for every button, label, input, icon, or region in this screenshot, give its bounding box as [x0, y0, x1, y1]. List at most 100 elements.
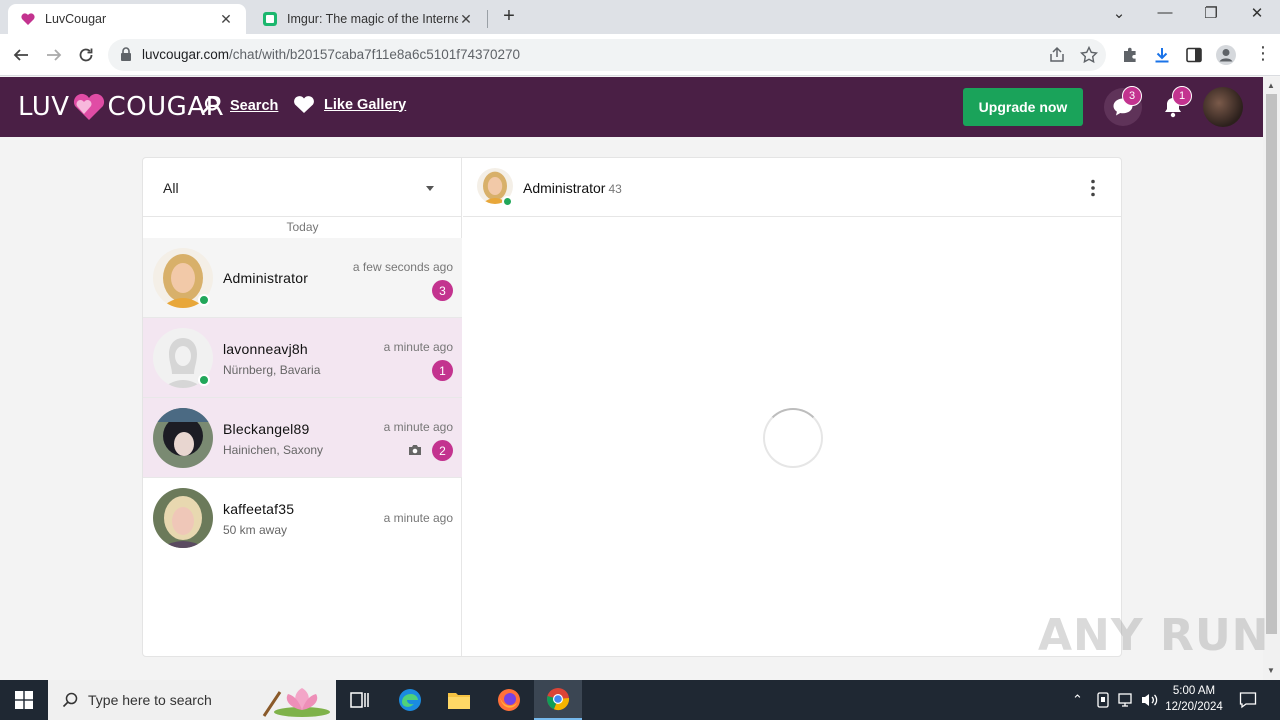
scroll-down-icon[interactable]: ▼ [1267, 666, 1275, 675]
unread-count-badge: 2 [432, 440, 453, 461]
chevron-down-icon [426, 186, 434, 191]
chat-panel: All Today Administrator a few seconds ag… [142, 157, 1122, 657]
nav-search-link[interactable]: Search [200, 95, 278, 116]
conversation-name: Bleckangel89 [223, 421, 310, 437]
conversation-list: All Today Administrator a few seconds ag… [143, 158, 462, 656]
windows-logo-icon [15, 691, 33, 709]
close-tab-icon[interactable]: ✕ [218, 11, 234, 28]
download-icon[interactable] [1153, 46, 1171, 64]
clock-date: 12/20/2024 [1165, 701, 1223, 713]
taskbar-clock[interactable]: 5:00 AM 12/20/2024 [1160, 683, 1228, 715]
volume-icon[interactable] [1141, 692, 1159, 708]
tab-luvcougar[interactable]: LuvCougar ✕ [8, 4, 246, 34]
messages-button[interactable]: 3 [1104, 86, 1142, 126]
notifications-badge: 1 [1172, 86, 1192, 106]
conversation-item-lavonneavj8h[interactable]: lavonneavj8h Nürnberg, Bavaria a minute … [143, 318, 462, 398]
logo-heart-icon [73, 93, 104, 120]
conversation-location: Nürnberg, Bavaria [223, 363, 321, 377]
nav-like-gallery-label: Like Gallery [324, 96, 407, 113]
notifications-button[interactable]: 1 [1154, 86, 1192, 126]
tray-device-icon[interactable] [1096, 692, 1110, 708]
more-options-icon[interactable] [1083, 178, 1103, 198]
search-icon [201, 96, 220, 115]
windows-taskbar: Type here to search ⌃ 5:00 AM 12/20/2024 [0, 680, 1280, 720]
conversation-item-administrator[interactable]: Administrator a few seconds ago 3 [143, 238, 462, 318]
side-panel-icon[interactable] [1185, 46, 1203, 64]
heart-icon [294, 96, 314, 113]
tab-imgur[interactable]: Imgur: The magic of the Internet ✕ [250, 4, 486, 34]
browser-tab-bar: LuvCougar ✕ Imgur: The magic of the Inte… [0, 0, 1280, 34]
profile-icon[interactable] [1215, 44, 1237, 66]
site-header: LUV COUGAR Search Like Gallery Upgrade n… [0, 77, 1263, 137]
conversation-location: Hainichen, Saxony [223, 443, 324, 457]
conversation-item-bleckangel89[interactable]: Bleckangel89 Hainichen, Saxony a minute … [143, 398, 462, 478]
thread-header: Administrator 43 [463, 158, 1121, 217]
day-separator: Today [286, 220, 319, 234]
upgrade-now-button[interactable]: Upgrade now [963, 88, 1083, 126]
avatar [153, 408, 213, 468]
online-indicator [502, 196, 513, 207]
forward-arrow-icon[interactable] [42, 43, 66, 67]
conversation-name: kaffeetaf35 [223, 501, 295, 517]
notification-center-icon[interactable] [1239, 691, 1257, 709]
share-icon[interactable] [1048, 46, 1066, 64]
avatar [153, 488, 213, 548]
firefox-taskbar-button[interactable] [485, 680, 533, 720]
new-tab-icon[interactable]: + [498, 5, 520, 28]
firefox-icon [498, 689, 520, 711]
messages-badge: 3 [1122, 86, 1142, 106]
file-explorer-taskbar-button[interactable] [435, 680, 483, 720]
minimize-icon[interactable]: — [1150, 4, 1180, 21]
taskbar-search-box[interactable]: Type here to search [48, 680, 336, 720]
chat-thread: Administrator 43 [463, 158, 1121, 656]
page-scrollbar[interactable]: ▲ ▼ [1263, 77, 1280, 680]
logo-text-left: LUV [18, 92, 70, 122]
task-view-button[interactable] [336, 680, 384, 720]
back-arrow-icon[interactable] [9, 43, 33, 67]
chrome-menu-icon[interactable]: ⋮ [1254, 43, 1272, 63]
thread-user-age: 43 [608, 182, 622, 196]
windows-start-button[interactable] [0, 680, 48, 720]
imgur-favicon-icon [263, 12, 277, 26]
tab-title: LuvCougar [45, 12, 107, 26]
conversation-filter-dropdown[interactable]: All [143, 158, 462, 217]
unread-count-badge: 3 [432, 280, 453, 301]
user-avatar[interactable] [1203, 87, 1243, 127]
filter-value: All [163, 180, 179, 196]
tray-overflow-chevron-icon[interactable]: ⌃ [1072, 692, 1083, 708]
conversation-time: a few seconds ago [352, 260, 453, 274]
close-window-icon[interactable]: ✕ [1242, 4, 1272, 22]
address-bar[interactable]: luvcougar.com/chat/with/b20157caba7f11e8… [108, 39, 1106, 71]
nav-search-label: Search [230, 97, 279, 114]
edge-icon [399, 689, 421, 711]
chrome-taskbar-button[interactable] [534, 680, 582, 720]
extensions-puzzle-icon[interactable] [1121, 46, 1139, 64]
tab-search-chevron-icon[interactable]: ⌄ [1104, 4, 1134, 22]
edge-taskbar-button[interactable] [386, 680, 434, 720]
luvcougar-logo[interactable]: LUV COUGAR [18, 90, 224, 124]
tab-title: Imgur: The magic of the Internet [287, 12, 458, 26]
scrollbar-thumb[interactable] [1266, 94, 1277, 634]
reload-icon[interactable] [74, 43, 98, 67]
conversation-item-kaffeetaf35[interactable]: kaffeetaf35 50 km away a minute ago [143, 478, 462, 558]
folder-icon [448, 693, 470, 709]
restore-icon[interactable]: ❐ [1196, 4, 1226, 22]
network-icon[interactable] [1118, 692, 1136, 708]
online-indicator [198, 294, 210, 306]
loading-spinner [763, 408, 823, 468]
close-tab-icon[interactable]: ✕ [458, 11, 474, 28]
conversation-distance: 50 km away [223, 523, 288, 537]
thread-user-name[interactable]: Administrator 43 [523, 180, 622, 196]
bookmark-star-icon[interactable] [1080, 46, 1098, 64]
taskbar-search-placeholder: Type here to search [88, 692, 212, 708]
url-text: luvcougar.com/chat/with/b20157caba7f11e8… [142, 47, 521, 62]
nav-like-gallery-link[interactable]: Like Gallery [293, 95, 406, 114]
luvcougar-favicon-icon [21, 13, 35, 25]
thread-name-text: Administrator [523, 180, 606, 196]
unread-count-badge: 1 [432, 360, 453, 381]
lotus-flower-icon [262, 688, 330, 717]
scroll-up-icon[interactable]: ▲ [1267, 81, 1275, 90]
anyrun-watermark: ANY RUN [1038, 610, 1270, 661]
chrome-icon [547, 688, 570, 711]
conversation-time: a minute ago [383, 511, 453, 525]
